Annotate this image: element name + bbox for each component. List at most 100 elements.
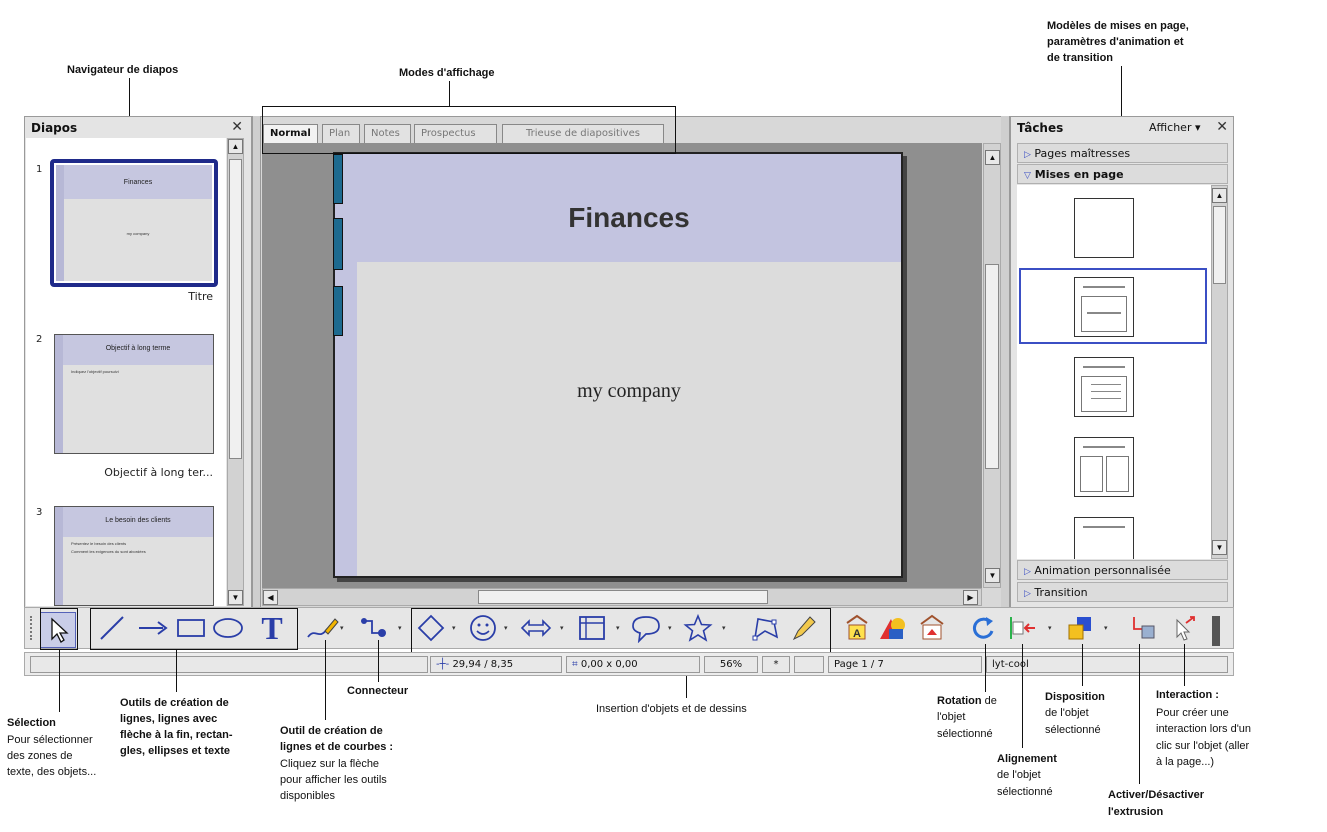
callout-extrusion-1: Activer/Désactiver <box>1108 789 1205 801</box>
callout-rotation-2: l'objet <box>937 711 966 723</box>
points-button[interactable] <box>748 612 782 644</box>
close-icon[interactable]: ✕ <box>1216 119 1228 135</box>
status-size: ⌗ 0,00 x 0,00 <box>566 656 700 673</box>
thumb-title: Finances <box>123 179 153 186</box>
scroll-up-icon[interactable]: ▲ <box>1212 188 1227 203</box>
view-menu[interactable]: Afficher ▾ <box>1149 121 1201 134</box>
horizontal-scrollbar[interactable]: ◀ ▶ <box>262 588 982 606</box>
slide-number: 1 <box>36 164 43 175</box>
section-label: Transition <box>1034 586 1088 599</box>
connector-button[interactable] <box>356 612 392 644</box>
layout-blank[interactable] <box>1074 198 1134 258</box>
glue-points-button[interactable] <box>786 612 820 644</box>
callout-interaction-1: Pour créer une <box>1156 707 1229 719</box>
gallery-button[interactable] <box>916 612 948 644</box>
pane-splitter[interactable] <box>1001 116 1010 608</box>
chevron-down-icon[interactable]: ▾ <box>616 624 620 632</box>
scroll-down-icon[interactable]: ▼ <box>228 590 243 605</box>
scroll-down-icon[interactable]: ▼ <box>1212 540 1227 555</box>
arrow-line-button[interactable] <box>134 612 172 644</box>
slides-scrollbar[interactable]: ▲ ▼ <box>227 138 244 606</box>
callout-models-1: Modèles de mises en page, <box>1047 20 1189 32</box>
thumb-bullet: Comment les exigences du sont abordées <box>71 549 146 554</box>
scroll-thumb[interactable] <box>229 159 242 459</box>
fontwork-icon: A <box>846 614 868 640</box>
curve-button[interactable] <box>304 612 340 644</box>
scroll-down-icon[interactable]: ▼ <box>985 568 1000 583</box>
chevron-down-icon[interactable]: ▾ <box>1104 624 1108 632</box>
rotate-button[interactable] <box>966 612 1000 644</box>
fontwork-button[interactable]: A <box>842 612 872 644</box>
triangle-right-icon: ▷ <box>1024 150 1031 160</box>
callouts-button[interactable] <box>628 612 664 644</box>
chevron-down-icon[interactable]: ▾ <box>1048 624 1052 632</box>
slide-title[interactable]: Finances <box>357 202 901 234</box>
smiley-icon <box>470 615 496 641</box>
status-modified: * <box>762 656 790 673</box>
flowchart-button[interactable] <box>574 612 610 644</box>
toolbar-overflow[interactable] <box>1212 616 1220 646</box>
layout-title-bullets[interactable] <box>1074 357 1134 417</box>
scroll-right-icon[interactable]: ▶ <box>963 590 978 605</box>
section-master-pages[interactable]: ▷ Pages maîtresses <box>1017 143 1228 163</box>
slide-subtitle[interactable]: my company <box>357 380 901 403</box>
rectangle-button[interactable] <box>174 612 208 644</box>
callout-insert: Insertion d'objets et de dessins <box>596 703 747 715</box>
slide-thumb-3[interactable]: Le besoin des clients Présentez le besoi… <box>54 506 214 606</box>
double-arrow-icon <box>520 619 552 637</box>
section-transition[interactable]: ▷ Transition <box>1017 582 1228 602</box>
callout-curves-3: Cliquez sur la flèche <box>280 758 380 770</box>
status-size-value: 0,00 x 0,00 <box>580 659 638 670</box>
callout-rotation-3: sélectionné <box>937 728 993 740</box>
alignment-button[interactable] <box>1004 612 1040 644</box>
gallery-icon <box>920 614 944 640</box>
arrange-button[interactable] <box>1062 612 1098 644</box>
section-layouts[interactable]: ▽ Mises en page <box>1017 164 1228 184</box>
callout-selection-1: Pour sélectionner <box>7 734 93 746</box>
chevron-down-icon[interactable]: ▾ <box>722 624 726 632</box>
chevron-down-icon[interactable]: ▾ <box>560 624 564 632</box>
scroll-left-icon[interactable]: ◀ <box>263 590 278 605</box>
section-custom-animation[interactable]: ▷ Animation personnalisée <box>1017 560 1228 580</box>
chevron-down-icon[interactable]: ▾ <box>668 624 672 632</box>
arrange-icon <box>1068 617 1091 640</box>
chevron-down-icon[interactable]: ▾ <box>504 624 508 632</box>
status-zoom[interactable]: 56% <box>704 656 758 673</box>
scroll-thumb[interactable] <box>478 590 768 604</box>
close-icon[interactable]: ✕ <box>231 119 243 135</box>
scroll-thumb[interactable] <box>985 264 999 469</box>
callout-extrusion-2: l'extrusion <box>1108 806 1164 818</box>
line-button[interactable] <box>94 612 130 644</box>
layout-two-columns[interactable] <box>1074 437 1134 497</box>
align-icon <box>1010 617 1035 639</box>
interaction-button[interactable] <box>1166 612 1200 644</box>
basic-shapes-button[interactable] <box>414 612 448 644</box>
status-page: Page 1 / 7 <box>828 656 982 673</box>
layout-title-content[interactable] <box>1074 277 1134 337</box>
symbol-shapes-button[interactable] <box>466 612 500 644</box>
chevron-down-icon[interactable]: ▾ <box>452 624 456 632</box>
from-file-button[interactable] <box>876 612 908 644</box>
section-label: Mises en page <box>1034 168 1124 181</box>
interaction-icon <box>1176 616 1195 641</box>
scroll-up-icon[interactable]: ▲ <box>985 150 1000 165</box>
extrusion-toggle-button[interactable] <box>1126 612 1160 644</box>
pane-splitter[interactable] <box>252 116 260 608</box>
slide-thumb-1-selected[interactable]: Finances my company <box>50 159 218 287</box>
callout-align-2: de l'objet <box>997 769 1041 781</box>
scroll-up-icon[interactable]: ▲ <box>228 139 243 154</box>
callout-interaction-2: interaction lors d'un <box>1156 723 1252 735</box>
chevron-down-icon[interactable]: ▾ <box>340 624 344 632</box>
slide-canvas[interactable]: Finances my company <box>333 152 903 578</box>
stars-button[interactable] <box>680 612 716 644</box>
layouts-scrollbar[interactable]: ▲ ▼ <box>1211 185 1228 559</box>
text-button[interactable]: T <box>252 610 292 646</box>
slide-thumb-2[interactable]: Objectif à long terme Indiquez l'objecti… <box>54 334 214 454</box>
toolbar-grip[interactable] <box>30 616 33 640</box>
layout-title-only[interactable] <box>1074 517 1134 559</box>
ellipse-button[interactable] <box>210 612 246 644</box>
chevron-down-icon[interactable]: ▾ <box>398 624 402 632</box>
vertical-scrollbar[interactable]: ▲ ▼ <box>983 143 1001 588</box>
block-arrows-button[interactable] <box>518 612 554 644</box>
scroll-thumb[interactable] <box>1213 206 1226 284</box>
